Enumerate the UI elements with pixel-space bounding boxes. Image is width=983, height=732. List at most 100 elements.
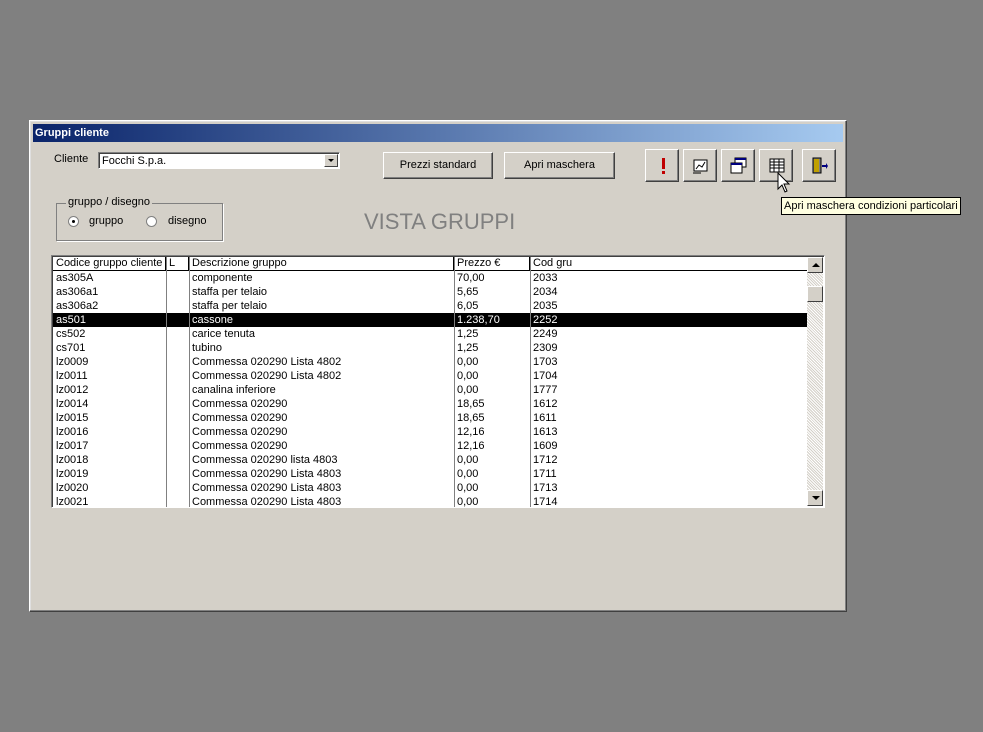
- scroll-down-icon[interactable]: [807, 490, 823, 506]
- col-divider: [166, 257, 167, 507]
- cell-l: [166, 271, 189, 285]
- cell-codice: lz0018: [56, 454, 89, 466]
- col-header-codice[interactable]: Codice gruppo cliente: [53, 257, 166, 270]
- cell-l: [166, 411, 189, 425]
- radio-disegno-label[interactable]: disegno: [168, 215, 207, 227]
- cell-l: [166, 439, 189, 453]
- cell-cod-gru: 1609: [533, 440, 558, 452]
- cell-codice: lz0021: [56, 496, 89, 508]
- cell-codice: as501: [56, 314, 86, 326]
- cell-codice: as305A: [56, 272, 94, 284]
- cell-prezzo: 0,00: [457, 496, 479, 508]
- prezzi-standard-button[interactable]: Prezzi standard: [383, 152, 493, 179]
- cell-l: [166, 313, 189, 327]
- cell-prezzo: 18,65: [457, 412, 485, 424]
- cell-prezzo: 1,25: [457, 328, 479, 340]
- cell-cod-gru: 2034: [533, 286, 558, 298]
- cell-descrizione: carice tenuta: [192, 328, 255, 340]
- page-title: VISTA GRUPPI: [364, 209, 516, 234]
- cell-prezzo: 1,25: [457, 342, 479, 354]
- windows-icon: [730, 157, 747, 174]
- cell-codice: lz0019: [56, 468, 89, 480]
- chart-edit-icon: [693, 159, 708, 174]
- windows-button[interactable]: [721, 149, 755, 182]
- col-header-prezzo[interactable]: Prezzo €: [454, 257, 530, 270]
- cell-prezzo: 12,16: [457, 440, 485, 452]
- cell-descrizione: Commessa 020290: [192, 398, 288, 410]
- col-header-descrizione[interactable]: Descrizione gruppo: [189, 257, 454, 270]
- cell-prezzo: 6,05: [457, 300, 479, 312]
- cell-cod-gru: 1613: [533, 426, 558, 438]
- cell-prezzo: 0,00: [457, 356, 479, 368]
- col-header-l[interactable]: L: [166, 257, 189, 270]
- cell-codice: as306a1: [56, 286, 99, 298]
- cell-cod-gru: 1713: [533, 482, 558, 494]
- cell-codice: lz0020: [56, 482, 89, 494]
- col-divider: [189, 257, 190, 507]
- alert-button[interactable]: [645, 149, 679, 182]
- cell-l: [166, 383, 189, 397]
- cell-codice: lz0009: [56, 356, 89, 368]
- col-divider: [454, 257, 455, 507]
- cell-codice: lz0012: [56, 384, 89, 396]
- scroll-thumb[interactable]: [807, 286, 823, 302]
- scroll-up-icon[interactable]: [807, 257, 823, 273]
- cell-descrizione: Commessa 020290 lista 4803: [192, 454, 338, 466]
- cell-descrizione: Commessa 020290 Lista 4803: [192, 482, 342, 494]
- cell-l: [166, 327, 189, 341]
- cell-cod-gru: 1611: [533, 412, 557, 424]
- cell-l: [166, 355, 189, 369]
- cell-cod-gru: 1612: [533, 398, 558, 410]
- cliente-combo[interactable]: Focchi S.p.a.: [98, 152, 340, 169]
- cell-prezzo: 5,65: [457, 286, 479, 298]
- cell-codice: cs701: [56, 342, 86, 354]
- cell-prezzo: 12,16: [457, 426, 485, 438]
- groups-table[interactable]: Codice gruppo cliente L Descrizione grup…: [51, 255, 825, 508]
- exit-door-icon: [812, 157, 828, 174]
- cell-l: [166, 467, 189, 481]
- cell-prezzo: 0,00: [457, 468, 479, 480]
- radio-disegno[interactable]: [146, 216, 157, 227]
- chart-edit-button[interactable]: [683, 149, 717, 182]
- apri-maschera-button[interactable]: Apri maschera: [504, 152, 615, 179]
- cell-descrizione: Commessa 020290 Lista 4802: [192, 370, 342, 382]
- cell-cod-gru: 2309: [533, 342, 558, 354]
- window-title[interactable]: Gruppi cliente: [33, 124, 843, 142]
- radio-gruppo-label[interactable]: gruppo: [89, 215, 123, 227]
- cell-l: [166, 397, 189, 411]
- cell-l: [166, 341, 189, 355]
- cell-descrizione: Commessa 020290 Lista 4803: [192, 496, 342, 508]
- radio-gruppo[interactable]: [68, 216, 79, 227]
- cell-descrizione: Commessa 020290: [192, 426, 288, 438]
- cell-prezzo: 0,00: [457, 482, 479, 494]
- cell-descrizione: staffa per telaio: [192, 300, 268, 312]
- cliente-label: Cliente: [54, 153, 89, 165]
- chevron-down-icon[interactable]: [324, 154, 338, 167]
- cell-descrizione: Commessa 020290 Lista 4803: [192, 468, 342, 480]
- cell-descrizione: componente: [192, 272, 253, 284]
- cursor-arrow-icon: [777, 172, 791, 193]
- cell-prezzo: 0,00: [457, 384, 479, 396]
- col-divider: [530, 257, 531, 507]
- cell-descrizione: tubino: [192, 342, 222, 354]
- cell-l: [166, 369, 189, 383]
- cell-codice: lz0011: [56, 370, 88, 382]
- cell-descrizione: Commessa 020290 Lista 4802: [192, 356, 342, 368]
- cell-prezzo: 18,65: [457, 398, 485, 410]
- cell-prezzo: 1.238,70: [457, 314, 500, 326]
- cell-descrizione: canalina inferiore: [192, 384, 276, 396]
- cell-cod-gru: 2035: [533, 300, 558, 312]
- cell-descrizione: staffa per telaio: [192, 286, 268, 298]
- cell-cod-gru: 2249: [533, 328, 558, 340]
- cell-codice: as306a2: [56, 300, 99, 312]
- exit-button[interactable]: [802, 149, 836, 182]
- gruppi-cliente-window: Gruppi cliente Cliente Focchi S.p.a. Pre…: [29, 120, 847, 612]
- cell-cod-gru: 1703: [533, 356, 558, 368]
- tooltip: Apri maschera condizioni particolari: [781, 197, 961, 215]
- cell-descrizione: cassone: [192, 314, 233, 326]
- cell-l: [166, 453, 189, 467]
- vertical-scrollbar[interactable]: [807, 257, 823, 506]
- cell-cod-gru: 1704: [533, 370, 558, 382]
- col-header-cod-gru[interactable]: Cod gru: [530, 257, 809, 270]
- cell-cod-gru: 1712: [533, 454, 558, 466]
